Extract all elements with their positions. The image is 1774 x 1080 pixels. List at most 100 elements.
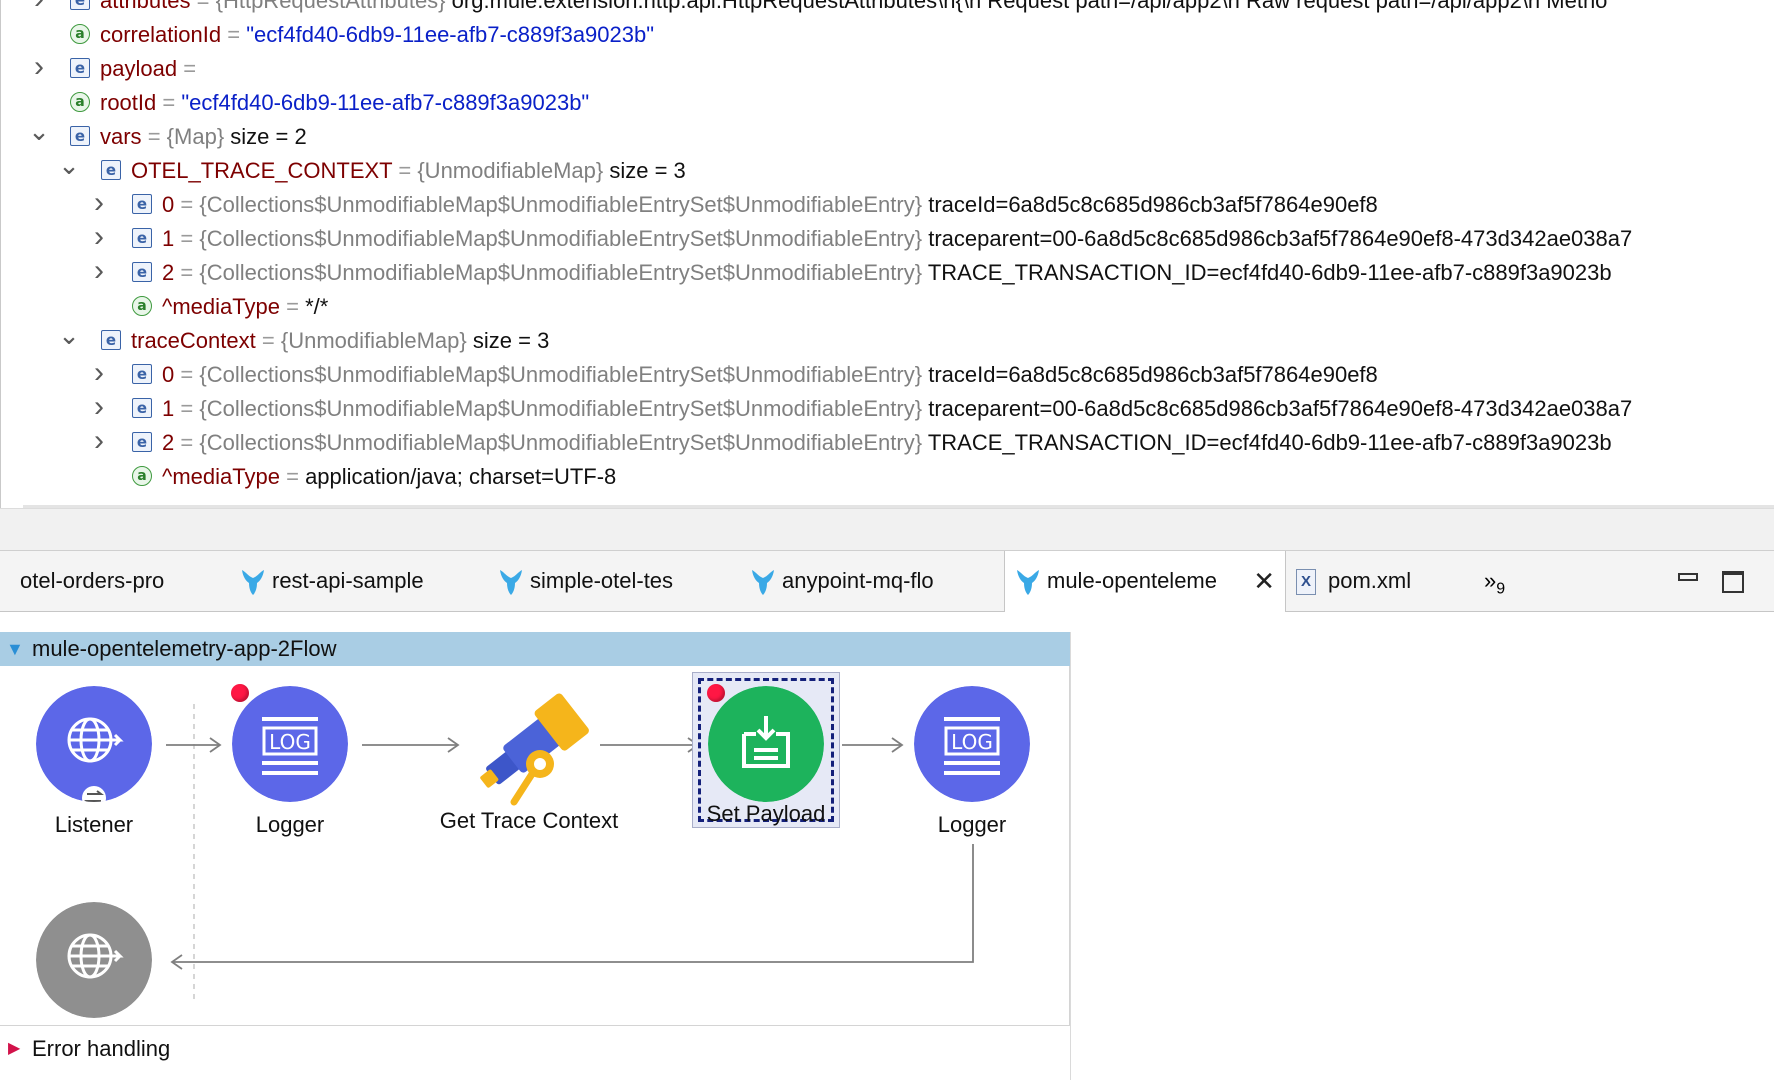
set-payload-icon [708, 686, 824, 802]
node-label: Get Trace Context [439, 808, 619, 833]
variable-value: traceparent=00-6a8d5c8c685d986cb3af5f786… [928, 226, 1633, 251]
close-tab-icon[interactable]: ✕ [1253, 551, 1275, 611]
variable-row[interactable]: › e 2 = {Collections$UnmodifiableMap$Unmod… [1, 424, 1774, 460]
breakpoint-marker[interactable] [231, 684, 249, 702]
variable-text: 2 = {Collections$UnmodifiableMap$Unmodif… [162, 256, 1612, 290]
variable-text: correlationId = "ecf4fd40-6db9-11ee-afb7… [100, 18, 654, 52]
minimize-icon[interactable] [1678, 573, 1698, 581]
equals-sign: = [261, 328, 275, 353]
attribute-icon: a [70, 92, 90, 112]
equals-sign: = [180, 430, 194, 455]
xml-file-icon: X [1296, 569, 1316, 595]
expand-chevron-icon[interactable]: › [88, 186, 110, 220]
variable-value: traceId=6a8d5c8c685d986cb3af5f7864e90ef8 [928, 192, 1378, 217]
collapse-chevron-icon[interactable]: ⌄ [58, 318, 80, 352]
variable-type: {Collections$UnmodifiableMap$Unmodifiabl… [199, 362, 923, 387]
entry-icon: e [70, 0, 90, 10]
svg-text:LOG: LOG [269, 730, 311, 754]
tab-otel-orders-pro[interactable]: otel-orders-pro [20, 551, 230, 611]
variable-type: {UnmodifiableMap} [280, 328, 467, 353]
variable-name: correlationId [100, 22, 222, 47]
tab-pom-xml[interactable]: X pom.xml [1296, 551, 1456, 611]
expand-chevron-icon[interactable]: › [28, 50, 50, 84]
mule-icon [752, 570, 774, 595]
variable-type: {Map} [166, 124, 225, 149]
variable-row[interactable]: › e 2 = {Collections$UnmodifiableMap$Unmod… [1, 254, 1774, 290]
tab-label: mule-openteleme [1047, 568, 1217, 593]
variable-row[interactable]: ⌄ e vars = {Map} size = 2 [1, 116, 1774, 154]
entry-icon: e [132, 262, 152, 282]
variable-name: 0 [162, 362, 175, 387]
variable-row[interactable]: › e payload = [1, 50, 1774, 86]
expand-chevron-icon[interactable]: › [88, 254, 110, 288]
expand-chevron-icon[interactable]: › [88, 220, 110, 254]
equals-sign: = [196, 0, 210, 13]
flow-canvas: ▼ mule-opentelemetry-app-2Flow Listener [0, 612, 1774, 1080]
expand-chevron-icon[interactable]: › [88, 356, 110, 390]
tab-simple-otel-tes[interactable]: simple-otel-tes [498, 551, 718, 611]
entry-icon: e [132, 398, 152, 418]
equals-sign: = [398, 158, 412, 183]
variable-text: attributes = {HttpRequestAttributes} org… [100, 0, 1607, 18]
equals-sign: = [180, 226, 194, 251]
equals-sign: = [286, 464, 299, 489]
entry-icon: e [132, 228, 152, 248]
collapse-chevron-icon[interactable]: ⌄ [28, 114, 50, 148]
expand-triangle-icon[interactable]: ▶ [8, 1032, 20, 1066]
variable-row[interactable]: a rootId = "ecf4fd40-6db9-11ee-afb7-c889f… [1, 86, 1774, 120]
variable-text: traceContext = {UnmodifiableMap} size = … [131, 324, 549, 358]
node-label: Listener [54, 812, 134, 837]
http-response-icon [36, 902, 152, 1018]
tab-anypoint-mq-flo[interactable]: anypoint-mq-flo [750, 551, 970, 611]
variable-row[interactable]: a correlationId = "ecf4fd40-6db9-11ee-afb… [1, 18, 1774, 52]
variable-value: size = 3 [472, 328, 550, 353]
variable-type: {Collections$UnmodifiableMap$Unmodifiabl… [199, 192, 923, 217]
variable-row[interactable]: › e 0 = {Collections$UnmodifiableMap$Unmod… [1, 186, 1774, 222]
variable-row[interactable]: › e 0 = {Collections$UnmodifiableMap$Unmod… [1, 356, 1774, 392]
tab-rest-api-sample[interactable]: rest-api-sample [240, 551, 460, 611]
overflow-icon: » [1484, 568, 1497, 593]
entry-icon: e [70, 126, 90, 146]
variable-text: 0 = {Collections$UnmodifiableMap$Unmodif… [162, 188, 1378, 222]
canvas-divider [1070, 632, 1071, 1080]
variable-row[interactable]: ⌄ e OTEL_TRACE_CONTEXT = {UnmodifiableMap}… [1, 150, 1774, 188]
attribute-icon: a [70, 24, 90, 44]
equals-sign: = [286, 294, 299, 319]
variable-row[interactable]: a ^mediaType = application/java; charset=… [1, 460, 1774, 494]
variable-row[interactable]: › e 1 = {Collections$UnmodifiableMap$Unmod… [1, 390, 1774, 426]
editor-tab-bar: otel-orders-pro rest-api-sample simple-o… [0, 550, 1774, 612]
maximize-icon[interactable] [1722, 571, 1744, 593]
tab-overflow-button[interactable]: »9 [1484, 551, 1505, 619]
equals-sign: = [180, 192, 194, 217]
variable-row[interactable]: › e 1 = {Collections$UnmodifiableMap$Unmod… [1, 220, 1774, 256]
expand-chevron-icon[interactable]: › [88, 390, 110, 424]
variable-value: "ecf4fd40-6db9-11ee-afb7-c889f3a9023b" [181, 90, 590, 115]
expand-chevron-icon[interactable]: › [28, 0, 50, 16]
expand-chevron-icon[interactable]: › [88, 424, 110, 458]
http-listener-icon [36, 686, 152, 802]
mule-icon [242, 570, 264, 595]
tab-label: rest-api-sample [272, 568, 424, 593]
variable-name: payload [100, 56, 178, 81]
variable-text: ^mediaType = application/java; charset=U… [162, 460, 616, 494]
variable-value: size = 3 [609, 158, 686, 183]
variable-name: 0 [162, 192, 175, 217]
variable-text: 1 = {Collections$UnmodifiableMap$Unmodif… [162, 222, 1632, 256]
node-label: Set Payload [706, 801, 826, 826]
variable-row[interactable]: ⌄ e traceContext = {UnmodifiableMap} size … [1, 320, 1774, 358]
equals-sign: = [180, 396, 194, 421]
breakpoint-marker[interactable] [707, 684, 725, 702]
tab-mule-openteleme[interactable]: mule-openteleme ✕ [1004, 551, 1286, 612]
variable-name: 2 [162, 260, 175, 285]
variable-type: {HttpRequestAttributes} [215, 0, 446, 13]
variable-name: ^mediaType [162, 294, 280, 319]
variable-name: 2 [162, 430, 175, 455]
node-label: Logger [937, 812, 1007, 837]
entry-icon: e [70, 58, 90, 78]
entry-icon: e [132, 194, 152, 214]
collapse-chevron-icon[interactable]: ⌄ [58, 148, 80, 182]
tab-label: otel-orders-pro [20, 568, 165, 593]
variable-row[interactable]: a ^mediaType = */* [1, 290, 1774, 324]
variables-panel: › e attributes = {HttpRequestAttributes} o… [0, 0, 1774, 508]
variable-row[interactable]: › e attributes = {HttpRequestAttributes} o… [1, 0, 1774, 18]
